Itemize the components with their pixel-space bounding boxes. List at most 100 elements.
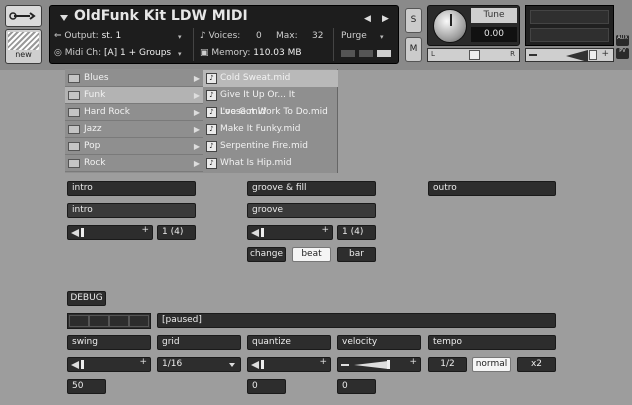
volume-thumb[interactable] [589,50,597,60]
midi-note-icon: ♪ [206,90,217,101]
purge-bar-icon [359,50,373,57]
voices-value: 0 [256,31,262,41]
voices-label: Voices: [208,31,241,41]
beat-button[interactable]: beat [292,247,331,262]
groove-section-title: groove & fill [247,181,376,196]
slider-thumb[interactable] [81,360,84,369]
bar-button[interactable]: bar [337,247,376,262]
tune-value[interactable]: 0.00 [471,27,517,42]
category-item[interactable]: Pop ▶ [65,138,203,155]
category-label: Blues [84,73,109,83]
tempo-double-button[interactable]: x2 [517,357,556,372]
debug-button[interactable]: DEBUG [67,291,106,306]
max-label: Max: [276,31,298,41]
midi-file-item[interactable]: ♪ Make It Funky.mid [203,121,338,138]
swing-slider[interactable]: + [67,357,151,372]
memory-value: 110.03 MB [253,48,302,58]
aux-button[interactable]: AUX [616,35,629,46]
ramp-icon [71,229,79,237]
category-label: Pop [84,141,101,151]
slider-thumb[interactable] [261,360,264,369]
instrument-menu-icon[interactable] [60,15,68,21]
pan-slider[interactable]: L R [427,48,520,62]
tune-knob[interactable] [433,9,467,43]
quantize-slider[interactable]: + [247,357,331,372]
quantize-label: quantize [247,335,331,350]
chevron-right-icon: ▶ [193,159,200,168]
pan-thumb[interactable] [469,50,480,60]
tune-panel: Tune 0.00 [427,5,520,46]
folder-icon [68,91,80,100]
quantize-value: 0 [247,379,286,394]
tempo-label: tempo [428,335,556,350]
midi-note-icon: ♪ [206,107,217,118]
velocity-slider[interactable]: + [337,357,421,372]
swing-value: 50 [67,379,106,394]
plus-icon: + [601,49,609,59]
chevron-right-icon: ▶ [193,125,200,134]
max-voices-value[interactable]: 32 [312,31,323,41]
tempo-half-button[interactable]: 1/2 [428,357,467,372]
category-label: Funk [84,90,106,100]
solo-button[interactable]: S [405,8,422,33]
category-item[interactable]: Hard Rock ▶ [65,104,203,121]
purge-dropdown-icon[interactable]: ▾ [380,33,384,41]
outro-section-title: outro [428,181,556,196]
category-item[interactable]: Blues ▶ [65,70,203,87]
minus-icon [529,54,537,56]
midi-note-icon: ♪ [206,124,217,135]
purge-bar-icon [341,50,355,57]
pv-button[interactable]: PV [616,48,629,59]
output-row[interactable]: ⇐ Output: st. 1 [54,31,121,41]
midi-row[interactable]: ◎ Midi Ch: [A] 1 + Groups [54,48,171,58]
category-item[interactable]: Jazz ▶ [65,121,203,138]
midi-note-icon: ♪ [206,158,217,169]
groove-slider[interactable]: + [247,225,333,240]
midi-file-item[interactable]: ♪ Cold Sweat.mid [203,70,338,87]
plus-icon: + [409,357,417,367]
grid-dropdown[interactable]: 1/16 [157,357,241,372]
folder-icon [68,125,80,134]
ramp-icon [251,229,259,237]
change-button[interactable]: change [247,247,286,262]
chevron-right-icon: ▶ [193,91,200,100]
purge-menu[interactable]: Purge [341,31,367,41]
category-item[interactable]: Rock ▶ [65,155,203,172]
midi-file-item[interactable]: ♪ I've Got Work To Do.mid [203,104,338,121]
midi-file-item[interactable]: ♪ What Is Hip.mid [203,155,338,172]
file-name: I've Got Work To Do.mid [220,107,328,117]
output-dropdown-icon[interactable]: ▾ [178,33,182,41]
intro-pattern-field[interactable]: intro [67,203,196,218]
slider-thumb[interactable] [387,360,390,369]
prev-instrument-icon[interactable]: ◀ [364,14,371,24]
purge-bar-icon [377,50,391,57]
groove-pattern-field[interactable]: groove [247,203,376,218]
ramp-icon [71,361,79,369]
wrench-button[interactable] [5,5,42,27]
ramp-icon [251,361,259,369]
voices-row: ♪ Voices: [200,31,240,41]
tempo-normal-button[interactable]: normal [472,357,511,372]
slider-thumb[interactable] [81,228,84,237]
step-cell [69,315,89,327]
intro-value: 1 (4) [157,225,196,240]
midi-dropdown-icon[interactable]: ▾ [178,50,182,58]
status-display: [paused] [157,313,556,328]
next-instrument-icon[interactable]: ▶ [382,14,389,24]
plus-icon: + [141,225,149,235]
slider-thumb[interactable] [261,228,264,237]
instrument-name[interactable]: OldFunk Kit LDW MIDI [74,8,248,24]
folder-icon [68,159,80,168]
plus-icon: + [321,225,329,235]
new-label: new [15,50,32,59]
mute-button[interactable]: M [405,37,422,62]
step-cell [109,315,129,327]
output-icon: ⇐ [54,31,62,41]
category-label: Rock [84,158,106,168]
midi-file-item[interactable]: ♪ Give It Up Or... It Loose.mid [203,87,338,117]
new-button[interactable]: new [5,29,42,64]
category-item[interactable]: Funk ▶ [65,87,203,104]
intro-slider[interactable]: + [67,225,153,240]
midi-file-item[interactable]: ♪ Serpentine Fire.mid [203,138,338,155]
volume-slider[interactable]: + [525,48,614,62]
